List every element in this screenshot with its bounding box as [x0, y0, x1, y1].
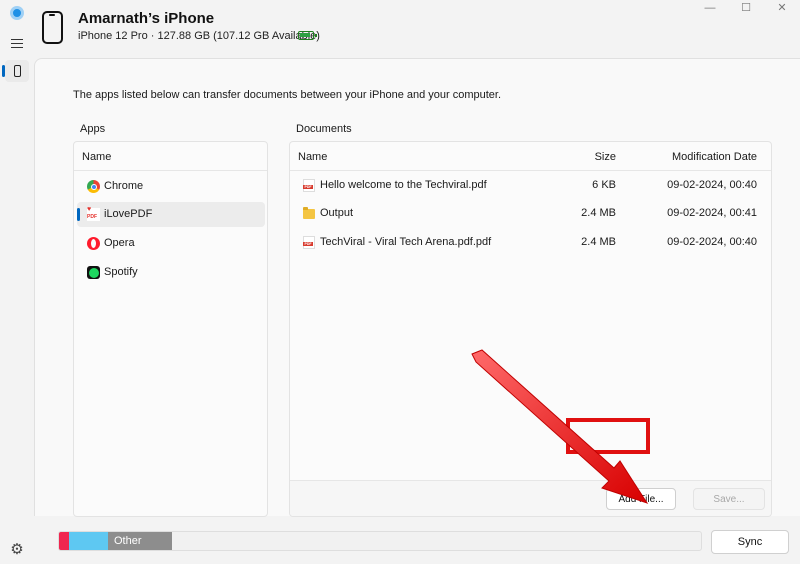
device-phone-icon: [42, 11, 63, 44]
app-logo-icon: [10, 6, 24, 20]
pdf-file-icon: [303, 236, 315, 249]
name-column-header[interactable]: Name: [298, 151, 327, 163]
add-file-button[interactable]: Add File...: [606, 488, 676, 510]
minimize-button[interactable]: —: [692, 0, 728, 18]
file-date: 09-02-2024, 00:41: [667, 207, 757, 219]
selection-indicator: [77, 208, 80, 221]
app-item-opera[interactable]: Opera: [77, 231, 265, 256]
storage-segment-red: [59, 532, 69, 550]
size-column-header[interactable]: Size: [595, 151, 616, 163]
documents-list: Name Size Modification Date Hello welcom…: [289, 141, 772, 517]
app-item-label: Opera: [104, 237, 135, 249]
phone-icon: [14, 65, 21, 77]
storage-usage-bar: Other: [58, 531, 702, 551]
date-column-header[interactable]: Modification Date: [672, 151, 757, 163]
nav-item-device[interactable]: [2, 60, 29, 82]
annotation-highlight-box: [566, 418, 650, 454]
app-item-label: iLovePDF: [104, 208, 153, 220]
table-row[interactable]: Hello welcome to the Techviral.pdf 6 KB …: [290, 172, 771, 198]
window-controls: — ☐ ✕: [692, 0, 800, 18]
apps-column-header[interactable]: Name: [74, 142, 267, 171]
pdf-file-icon: [303, 179, 315, 192]
save-button[interactable]: Save...: [693, 488, 765, 510]
file-size: 6 KB: [592, 179, 616, 191]
app-item-label: Spotify: [104, 266, 138, 278]
battery-icon: [298, 31, 317, 40]
spotify-icon: [87, 266, 100, 279]
file-size: 2.4 MB: [581, 207, 616, 219]
file-date: 09-02-2024, 00:40: [667, 179, 757, 191]
documents-column-header: Name Size Modification Date: [290, 142, 771, 171]
nav-selection-indicator: [2, 65, 5, 77]
settings-gear-icon[interactable]: ⚙: [9, 542, 25, 558]
close-button[interactable]: ✕: [764, 0, 800, 18]
file-name: Output: [320, 207, 354, 219]
folder-icon: [303, 207, 315, 219]
apps-name-column[interactable]: Name: [82, 151, 111, 163]
chrome-icon: [87, 180, 100, 193]
app-item-label: Chrome: [104, 180, 144, 192]
navigation-rail: ⚙: [0, 0, 34, 564]
maximize-button[interactable]: ☐: [728, 0, 764, 18]
ilovepdf-icon: ♥ PDF: [87, 206, 100, 221]
device-storage-info: iPhone 12 Pro · 127.88 GB (107.12 GB Ava…: [78, 30, 320, 42]
table-row[interactable]: TechViral - Viral Tech Arena.pdf.pdf 2.4…: [290, 229, 771, 255]
app-item-chrome[interactable]: Chrome: [77, 174, 265, 199]
app-item-spotify[interactable]: Spotify: [77, 260, 265, 285]
apps-list: Name Chrome ♥ PDF iLovePDF Opera Spotify: [73, 141, 268, 517]
main-content: The apps listed below can transfer docum…: [34, 58, 800, 517]
documents-section-label: Documents: [296, 123, 352, 135]
file-name: TechViral - Viral Tech Arena.pdf.pdf: [320, 236, 492, 248]
device-name: Amarnath’s iPhone: [78, 10, 215, 27]
app-item-ilovepdf[interactable]: ♥ PDF iLovePDF: [77, 202, 265, 227]
file-date: 09-02-2024, 00:40: [667, 236, 757, 248]
table-row[interactable]: Output 2.4 MB 09-02-2024, 00:41: [290, 200, 771, 226]
storage-segment-blue: [69, 532, 108, 550]
opera-icon: [87, 237, 100, 250]
hamburger-menu-icon[interactable]: [9, 36, 25, 50]
file-name: Hello welcome to the Techviral.pdf: [320, 179, 487, 191]
intro-text: The apps listed below can transfer docum…: [73, 89, 502, 101]
apps-section-label: Apps: [80, 123, 106, 135]
file-size: 2.4 MB: [581, 236, 616, 248]
documents-footer: Add File... Save...: [290, 480, 771, 516]
sync-button[interactable]: Sync: [711, 530, 789, 554]
storage-segment-other: Other: [108, 532, 172, 550]
